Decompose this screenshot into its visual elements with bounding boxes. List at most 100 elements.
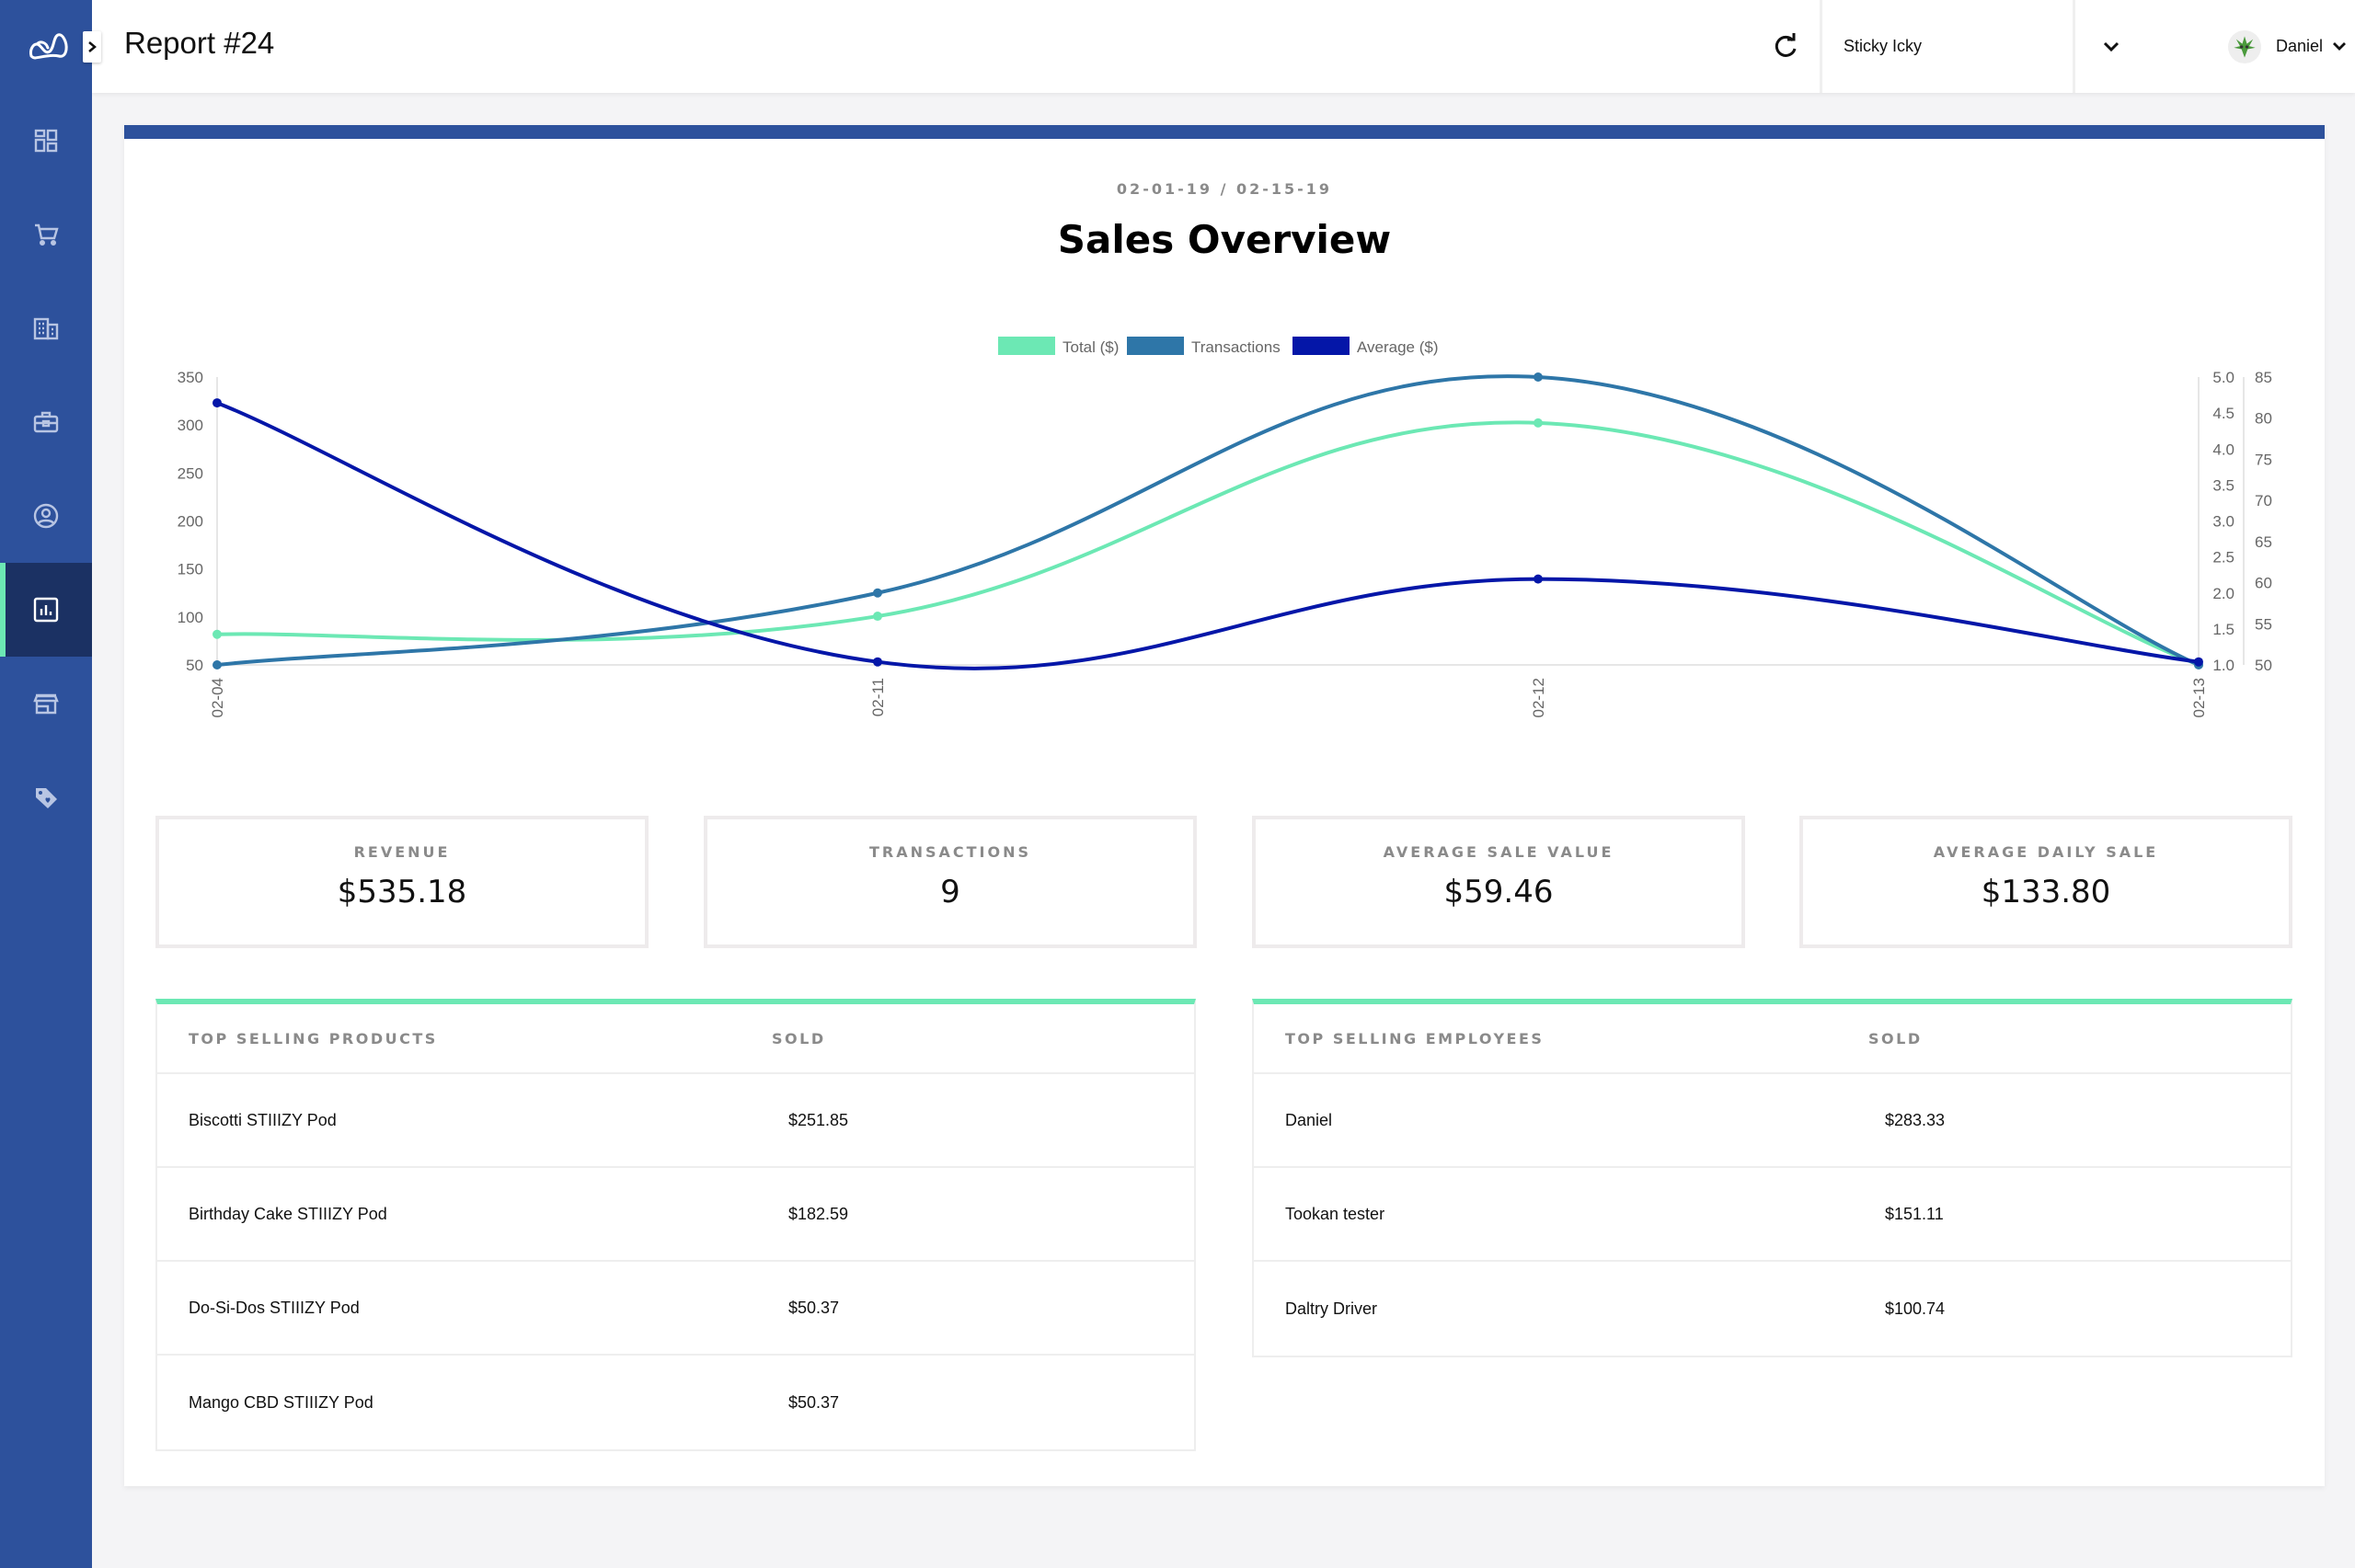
legend-label: Average ($) [1357, 338, 1439, 356]
y-tick-label-left: 300 [178, 417, 203, 434]
product-name: Mango CBD STIIIZY Pod [189, 1392, 373, 1412]
user-menu[interactable]: Daniel [2228, 0, 2347, 93]
data-point-total [213, 629, 222, 639]
stat-card-average-sale-value: AVERAGE SALE VALUE $59.46 [1252, 816, 1745, 948]
sidebar-item-stores[interactable] [0, 281, 92, 375]
crown-logo-icon[interactable] [28, 31, 70, 63]
y-tick-label-right-outer: 85 [2255, 369, 2272, 386]
tag-heart-icon [36, 788, 57, 808]
y-tick-label-right-outer: 75 [2255, 451, 2272, 468]
table-row: Tookan tester $151.11 [1254, 1168, 2291, 1262]
bar-chart-icon [33, 597, 59, 623]
chevron-down-icon [2103, 41, 2120, 52]
employee-name: Daniel [1285, 1110, 1333, 1129]
legend-swatch [1292, 337, 1350, 355]
y-tick-label-right-inner: 5.0 [2212, 369, 2234, 386]
sidebar-item-promotions[interactable] [0, 750, 92, 844]
sidebar-item-orders[interactable] [0, 188, 92, 281]
y-tick-label-left: 250 [178, 464, 203, 482]
y-tick-label-right-inner: 2.0 [2212, 585, 2234, 602]
x-tick-label: 02-13 [2190, 678, 2208, 717]
sidebar-item-reports[interactable] [0, 563, 92, 657]
sidebar-item-dashboard[interactable] [0, 94, 92, 188]
x-tick-label: 02-12 [1530, 678, 1547, 717]
building-icon [33, 317, 59, 340]
stat-card-average-daily-sale: AVERAGE DAILY SALE $133.80 [1799, 816, 2292, 948]
y-tick-label-right-outer: 50 [2255, 657, 2272, 674]
product-name: Biscotti STIIIZY Pod [189, 1110, 337, 1129]
header-divider [2073, 0, 2075, 93]
y-tick-label-right-outer: 65 [2255, 533, 2272, 551]
stat-label: AVERAGE DAILY SALE [1933, 843, 2159, 861]
data-point-total [1534, 418, 1543, 428]
x-tick-label: 02-04 [209, 678, 226, 717]
x-tick-label: 02-11 [869, 678, 887, 716]
column-header: TOP SELLING PRODUCTS [189, 1029, 438, 1047]
stat-card-transactions: TRANSACTIONS 9 [704, 816, 1197, 948]
y-tick-label-right-inner: 4.0 [2212, 441, 2234, 458]
sidebar [0, 0, 101, 1568]
data-point-average [2194, 657, 2203, 667]
y-tick-label-right-outer: 70 [2255, 492, 2272, 509]
legend-label: Total ($) [1063, 338, 1119, 356]
y-tick-label-left: 150 [178, 561, 203, 578]
table-header: TOP SELLING PRODUCTS SOLD [157, 1004, 1194, 1074]
y-tick-label-right-inner: 3.5 [2212, 476, 2234, 494]
stat-card-revenue: REVENUE $535.18 [155, 816, 649, 948]
y-tick-label-left: 350 [178, 369, 203, 386]
data-point-average [873, 657, 882, 667]
cannabis-leaf-avatar-icon [2234, 35, 2256, 58]
stat-label: REVENUE [353, 843, 451, 861]
employee-sold: $100.74 [1885, 1299, 1946, 1318]
product-sold: $50.37 [788, 1298, 840, 1317]
shopping-cart-icon [35, 223, 59, 246]
sidebar-item-users[interactable] [0, 469, 92, 563]
product-sold: $251.85 [788, 1110, 849, 1129]
y-tick-label-left: 100 [178, 609, 203, 626]
product-name: Do-Si-Dos STIIIZY Pod [189, 1298, 360, 1317]
refresh-button[interactable] [1771, 31, 1802, 63]
stat-value: 9 [940, 874, 960, 910]
y-tick-label-left: 50 [186, 657, 203, 674]
table-row: Mango CBD STIIIZY Pod $50.37 [157, 1356, 1194, 1449]
y-tick-label-right-inner: 1.0 [2212, 657, 2234, 674]
product-sold: $50.37 [788, 1392, 840, 1412]
y-tick-label-right-outer: 60 [2255, 575, 2272, 592]
product-name: Birthday Cake STIIIZY Pod [189, 1204, 387, 1223]
top-header: Report #24 Sticky Icky Daniel [92, 0, 2355, 93]
user-circle-icon [33, 503, 59, 529]
sidebar-nav [0, 94, 92, 844]
employee-name: Daltry Driver [1285, 1299, 1378, 1318]
employee-name: Tookan tester [1285, 1204, 1385, 1223]
table-header: TOP SELLING EMPLOYEES SOLD [1254, 1004, 2291, 1074]
dashboard-grid-icon [34, 129, 58, 153]
data-point-total [873, 612, 882, 622]
avatar [2228, 29, 2261, 63]
top-products-table: TOP SELLING PRODUCTS SOLD Biscotti STIII… [155, 999, 1196, 1451]
report-card: 02-01-19 / 02-15-19 Sales Overview 350 30… [124, 125, 2325, 1486]
card-top-bar [124, 125, 2325, 139]
data-point-average [1534, 574, 1543, 584]
table-row: Birthday Cake STIIIZY Pod $182.59 [157, 1168, 1194, 1262]
legend-swatch [1127, 337, 1184, 355]
store-select-value: Sticky Icky [1844, 37, 1923, 55]
user-name: Daniel [2276, 37, 2324, 55]
table-row: Biscotti STIIIZY Pod $251.85 [157, 1074, 1194, 1168]
y-tick-label-right-outer: 80 [2255, 410, 2272, 428]
store-select[interactable]: Sticky Icky [1821, 0, 2162, 93]
y-tick-label-right-outer: 55 [2255, 615, 2272, 633]
table-row: Daltry Driver $100.74 [1254, 1262, 2291, 1356]
page-title: Report #24 [124, 26, 275, 60]
sidebar-item-inventory[interactable] [0, 375, 92, 469]
column-header: SOLD [1868, 1029, 1923, 1047]
date-range: 02-01-19 / 02-15-19 [1116, 180, 1333, 198]
stat-value: $535.18 [337, 874, 467, 910]
sidebar-collapse-button[interactable] [83, 31, 101, 63]
employee-sold: $151.11 [1885, 1204, 1944, 1223]
storefront-icon [33, 693, 59, 715]
data-point-transactions [873, 588, 882, 598]
y-tick-label-left: 200 [178, 513, 203, 531]
sidebar-item-storefront[interactable] [0, 657, 92, 750]
table-row: Do-Si-Dos STIIIZY Pod $50.37 [157, 1262, 1194, 1356]
series-line-average [216, 401, 2200, 670]
